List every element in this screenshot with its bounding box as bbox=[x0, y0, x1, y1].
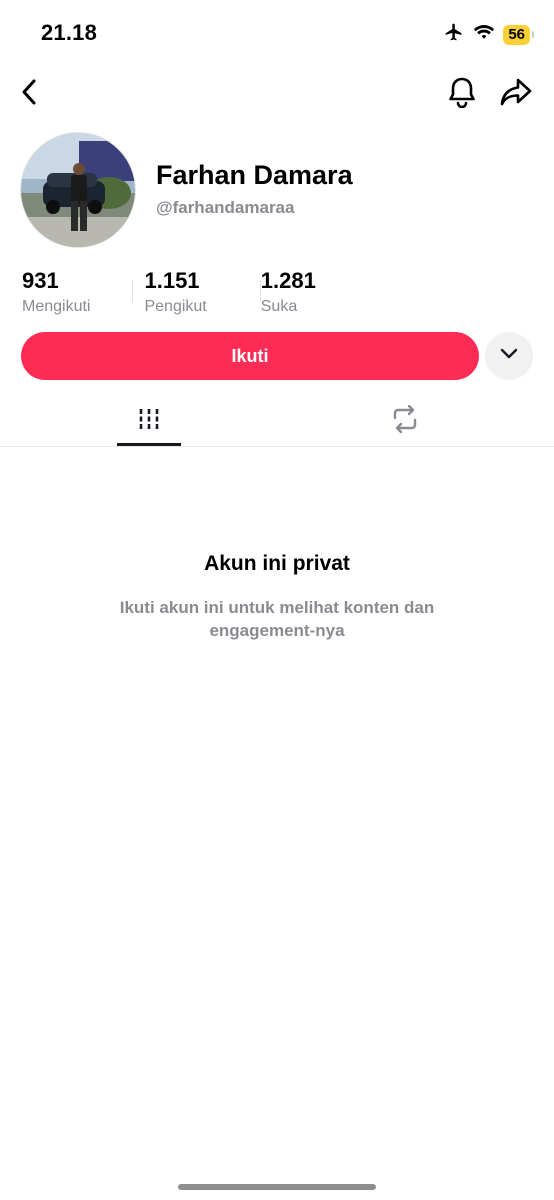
bell-icon bbox=[447, 76, 477, 113]
profile-header: Farhan Damara @farhandamaraa bbox=[20, 132, 540, 252]
stat-value: 931 bbox=[22, 268, 59, 293]
more-options-button[interactable] bbox=[485, 332, 533, 380]
stat-divider bbox=[260, 280, 261, 302]
status-icons: 56 bbox=[443, 22, 534, 47]
stat-label: Mengikuti bbox=[22, 298, 91, 315]
stat-likes[interactable]: 1.281 Suka bbox=[261, 268, 316, 324]
status-time: 21.18 bbox=[41, 20, 98, 45]
wifi-icon bbox=[473, 23, 495, 46]
stat-value: 1.281 bbox=[260, 268, 316, 293]
stat-followers[interactable]: 1.151 Pengikut bbox=[144, 268, 206, 324]
display-name: Farhan Damara bbox=[156, 160, 353, 190]
grid-icon bbox=[136, 406, 162, 437]
profile-stats: 931 Mengikuti 1.151 Pengikut 1.281 Suka bbox=[22, 268, 522, 324]
private-account-title: Akun ini privat bbox=[204, 552, 350, 575]
top-nav bbox=[0, 70, 554, 118]
battery-icon: 56 bbox=[503, 24, 534, 45]
airplane-icon bbox=[443, 22, 465, 47]
private-account-description: Ikuti akun ini untuk melihat konten dan … bbox=[119, 598, 435, 640]
avatar[interactable] bbox=[20, 132, 136, 248]
repost-icon bbox=[390, 404, 420, 438]
username: @farhandamaraa bbox=[156, 198, 295, 217]
home-indicator[interactable] bbox=[178, 1184, 376, 1190]
content-tabs bbox=[0, 396, 554, 447]
follow-button[interactable]: Ikuti bbox=[21, 332, 479, 380]
back-button[interactable] bbox=[10, 74, 50, 114]
tab-reposts[interactable] bbox=[335, 396, 475, 446]
stat-following[interactable]: 931 Mengikuti bbox=[22, 268, 90, 324]
stat-divider bbox=[132, 280, 133, 302]
status-bar: 21.18 56 bbox=[0, 0, 554, 66]
back-icon bbox=[18, 78, 42, 111]
stat-label: Pengikut bbox=[144, 298, 207, 315]
tab-videos[interactable] bbox=[79, 396, 219, 446]
active-tab-indicator bbox=[117, 443, 181, 446]
stat-value: 1.151 bbox=[144, 268, 200, 293]
notification-button[interactable] bbox=[442, 74, 482, 114]
stat-label: Suka bbox=[260, 298, 298, 315]
share-icon bbox=[499, 77, 533, 112]
chevron-down-icon bbox=[500, 347, 518, 365]
share-button[interactable] bbox=[496, 74, 536, 114]
